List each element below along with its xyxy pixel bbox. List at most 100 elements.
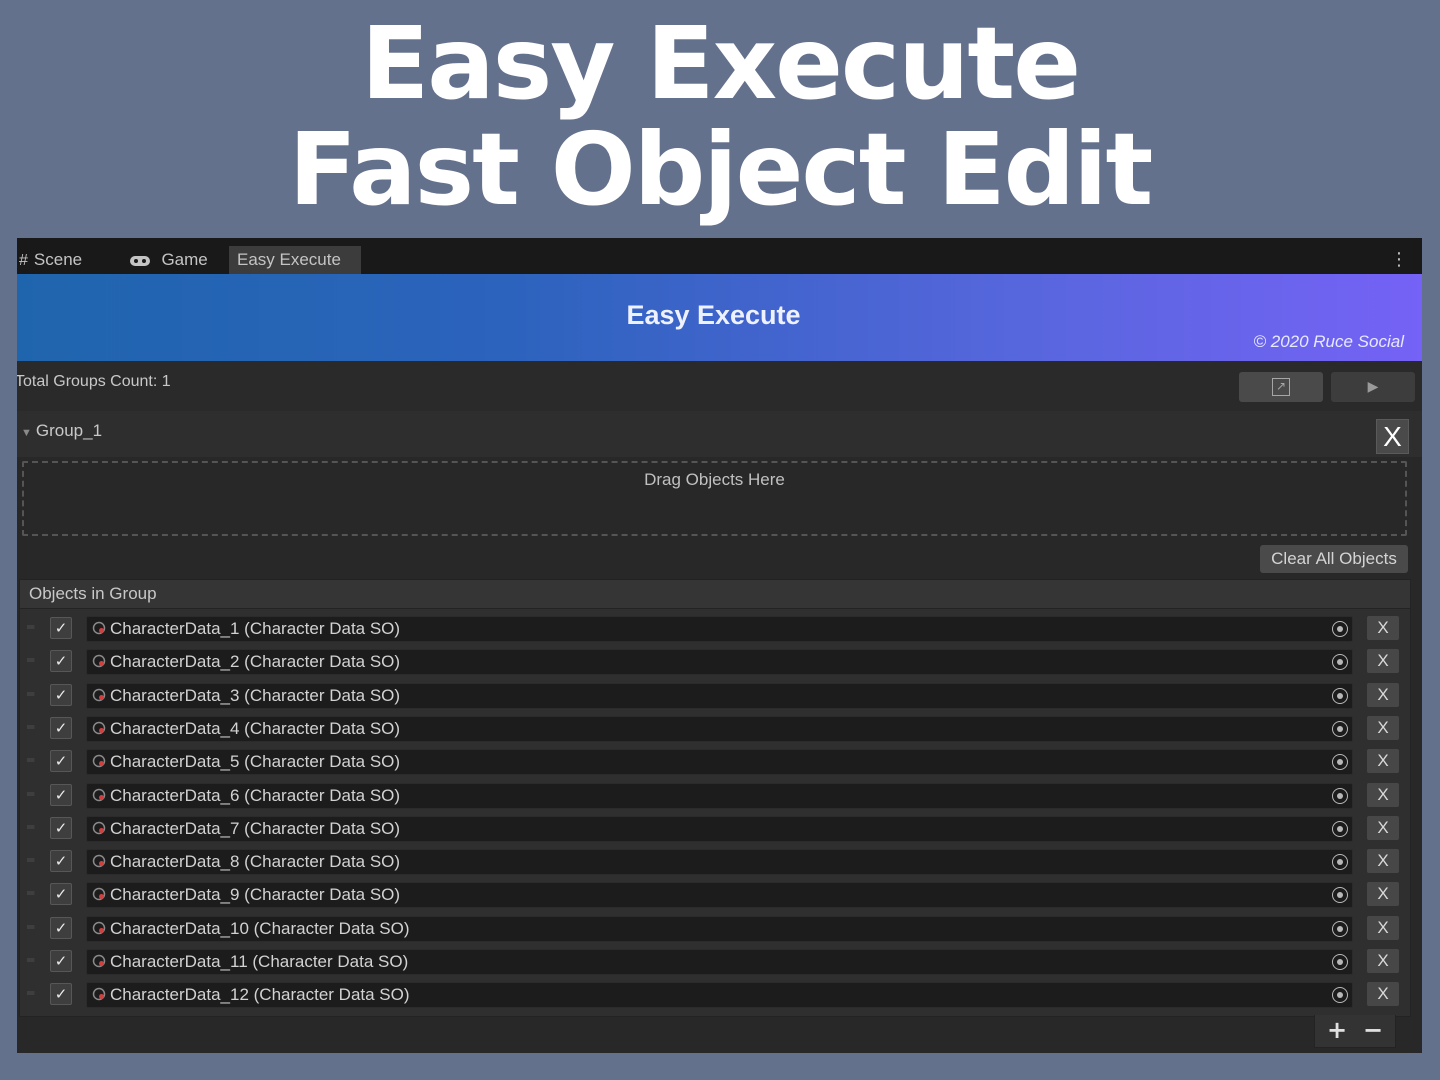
drag-handle-icon[interactable]: ═ xyxy=(27,887,41,899)
list-item: ═ ✓ CharacterData_9 (Character Data SO) X xyxy=(20,879,1410,912)
remove-object-button[interactable]: X xyxy=(1367,949,1399,973)
object-field[interactable]: CharacterData_1 (Character Data SO) xyxy=(86,616,1353,642)
play-icon: ▶ xyxy=(1367,379,1379,395)
remove-object-button[interactable]: X xyxy=(1367,915,1399,940)
object-name: CharacterData_5 (Character Data SO) xyxy=(110,752,401,772)
object-field[interactable]: CharacterData_6 (Character Data SO) xyxy=(86,782,1353,809)
drag-handle-icon[interactable]: ═ xyxy=(27,854,41,866)
list-item: ═ ✓ CharacterData_11 (Character Data SO) X xyxy=(20,946,1410,979)
checkmark-icon: ✓ xyxy=(54,985,68,1004)
object-field[interactable]: CharacterData_2 (Character Data SO) xyxy=(86,649,1353,676)
drag-handle-icon[interactable]: ═ xyxy=(27,821,41,833)
item-enabled-checkbox[interactable]: ✓ xyxy=(50,783,72,806)
item-enabled-checkbox[interactable]: ✓ xyxy=(50,716,72,739)
tab-game[interactable]: Game xyxy=(129,246,208,274)
remove-item-button[interactable]: − xyxy=(1355,1015,1391,1047)
item-enabled-checkbox[interactable]: ✓ xyxy=(50,916,72,939)
item-enabled-checkbox[interactable]: ✓ xyxy=(50,883,72,906)
object-field[interactable]: CharacterData_4 (Character Data SO) xyxy=(86,715,1353,742)
object-picker-icon[interactable] xyxy=(1332,887,1348,904)
object-field[interactable]: CharacterData_3 (Character Data SO) xyxy=(86,682,1353,709)
kebab-menu-icon[interactable]: ⋮ xyxy=(1390,246,1408,274)
remove-object-button[interactable]: X xyxy=(1367,982,1399,1007)
tab-easy-execute[interactable]: Easy Execute xyxy=(229,246,361,274)
object-name: CharacterData_10 (Character Data SO) xyxy=(110,918,410,938)
remove-object-button[interactable]: X xyxy=(1367,815,1399,840)
object-field[interactable]: CharacterData_11 (Character Data SO) xyxy=(86,949,1353,975)
execute-button[interactable]: ▶ xyxy=(1331,372,1415,402)
object-name: CharacterData_4 (Character Data SO) xyxy=(110,718,401,738)
scriptable-object-icon xyxy=(92,655,106,668)
object-picker-icon[interactable] xyxy=(1332,820,1348,837)
object-field[interactable]: CharacterData_12 (Character Data SO) xyxy=(86,982,1353,1009)
drag-handle-icon[interactable]: ═ xyxy=(27,721,41,733)
checkmark-icon: ✓ xyxy=(54,785,68,804)
list-item: ═ ✓ CharacterData_5 (Character Data SO) X xyxy=(20,746,1410,779)
object-name: CharacterData_8 (Character Data SO) xyxy=(110,852,401,872)
item-enabled-checkbox[interactable]: ✓ xyxy=(50,983,72,1006)
object-picker-icon[interactable] xyxy=(1332,920,1348,937)
object-picker-icon[interactable] xyxy=(1332,787,1348,804)
object-field[interactable]: CharacterData_10 (Character Data SO) xyxy=(86,915,1353,942)
object-picker-icon[interactable] xyxy=(1332,754,1348,771)
object-field[interactable]: CharacterData_9 (Character Data SO) xyxy=(86,882,1353,909)
drag-drop-zone[interactable]: Drag Objects Here xyxy=(22,461,1407,536)
tab-bar: # Scene Game Easy Execute ⋮ xyxy=(17,238,1422,274)
object-picker-icon[interactable] xyxy=(1332,621,1348,637)
remove-group-button[interactable]: X xyxy=(1376,419,1409,454)
drag-handle-icon[interactable]: ═ xyxy=(27,954,41,966)
drag-handle-icon[interactable]: ═ xyxy=(27,621,41,633)
tab-scene[interactable]: # Scene xyxy=(19,246,82,274)
remove-object-button[interactable]: X xyxy=(1367,715,1399,740)
scriptable-object-icon xyxy=(92,821,106,835)
clear-all-objects-button[interactable]: Clear All Objects xyxy=(1260,545,1408,573)
object-picker-icon[interactable] xyxy=(1332,687,1348,704)
remove-object-button[interactable]: X xyxy=(1367,649,1399,674)
drag-handle-icon[interactable]: ═ xyxy=(27,654,41,666)
item-enabled-checkbox[interactable]: ✓ xyxy=(50,650,72,673)
remove-object-button[interactable]: X xyxy=(1367,749,1399,774)
group-name: Group_1 xyxy=(35,421,103,440)
remove-object-button[interactable]: X xyxy=(1367,782,1399,807)
list-header: Objects in Group xyxy=(20,580,1410,609)
checkmark-icon: ✓ xyxy=(54,718,68,737)
object-field[interactable]: CharacterData_8 (Character Data SO) xyxy=(86,849,1353,876)
item-enabled-checkbox[interactable]: ✓ xyxy=(50,617,72,639)
item-enabled-checkbox[interactable]: ✓ xyxy=(50,816,72,839)
item-enabled-checkbox[interactable]: ✓ xyxy=(50,683,72,706)
banner-title: Easy Execute xyxy=(626,300,801,330)
foldout-arrow-icon: ▼ xyxy=(21,427,32,439)
item-enabled-checkbox[interactable]: ✓ xyxy=(50,750,72,773)
object-picker-icon[interactable] xyxy=(1332,654,1348,671)
drag-handle-icon[interactable]: ═ xyxy=(27,921,41,933)
expand-button[interactable]: ↗ xyxy=(1239,372,1323,402)
drop-zone-text: Drag Objects Here xyxy=(644,470,785,489)
checkmark-icon: ✓ xyxy=(54,652,68,671)
drag-handle-icon[interactable]: ═ xyxy=(27,688,41,700)
remove-object-button[interactable]: X xyxy=(1367,616,1399,640)
checkmark-icon: ✓ xyxy=(54,619,68,637)
remove-object-button[interactable]: X xyxy=(1367,882,1399,907)
object-field[interactable]: CharacterData_5 (Character Data SO) xyxy=(86,749,1353,776)
expand-icon: ↗ xyxy=(1272,378,1290,396)
group-foldout[interactable]: ▼ Group_1 xyxy=(21,421,102,441)
object-picker-icon[interactable] xyxy=(1332,720,1348,737)
drag-handle-icon[interactable]: ═ xyxy=(27,788,41,800)
group-header[interactable]: ▼ Group_1 xyxy=(17,411,1422,457)
object-field[interactable]: CharacterData_7 (Character Data SO) xyxy=(86,815,1353,842)
item-enabled-checkbox[interactable]: ✓ xyxy=(50,850,72,873)
item-enabled-checkbox[interactable]: ✓ xyxy=(50,950,72,972)
add-item-button[interactable]: + xyxy=(1319,1015,1355,1047)
drag-handle-icon[interactable]: ═ xyxy=(27,987,41,999)
groups-count-label: Total Groups Count: 1 xyxy=(17,373,171,390)
list-item: ═ ✓ CharacterData_7 (Character Data SO) X xyxy=(20,813,1410,846)
drag-handle-icon[interactable]: ═ xyxy=(27,754,41,766)
object-picker-icon[interactable] xyxy=(1332,954,1348,970)
list-item: ═ ✓ CharacterData_2 (Character Data SO) X xyxy=(20,646,1410,679)
scriptable-object-icon xyxy=(92,788,106,801)
object-picker-icon[interactable] xyxy=(1332,854,1348,871)
remove-object-button[interactable]: X xyxy=(1367,849,1399,874)
checkmark-icon: ✓ xyxy=(54,752,68,771)
object-picker-icon[interactable] xyxy=(1332,987,1348,1004)
remove-object-button[interactable]: X xyxy=(1367,682,1399,707)
